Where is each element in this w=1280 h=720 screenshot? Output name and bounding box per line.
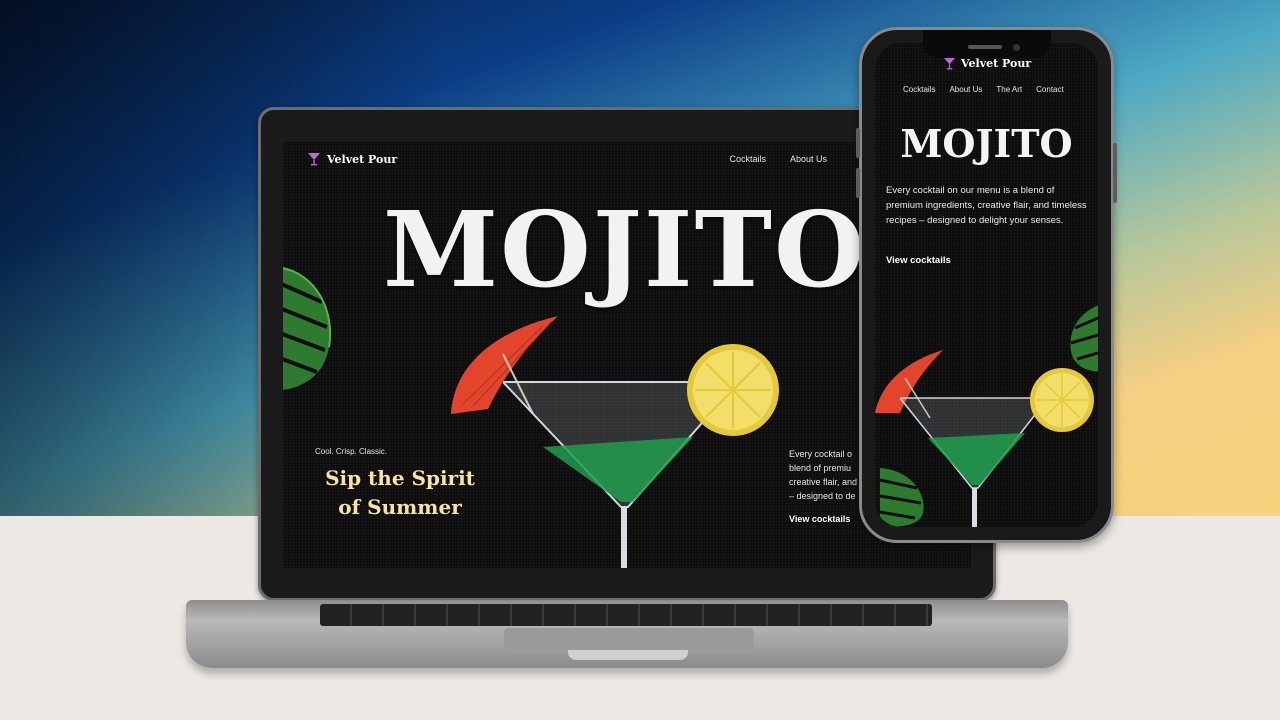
view-cocktails-link[interactable]: View cocktails	[789, 514, 850, 524]
phone-volume-button	[856, 128, 860, 158]
lemon-slice-icon	[1030, 368, 1094, 432]
laptop-trackpad	[504, 628, 754, 650]
nav-item-contact[interactable]: Contact	[1036, 85, 1064, 94]
brand-name: Velvet Pour	[961, 57, 1032, 70]
phone-speaker	[968, 45, 1002, 49]
martini-glass-icon	[900, 397, 1050, 527]
phone-screen: Velvet Pour Cocktails About Us The Art C…	[875, 43, 1098, 527]
view-cocktails-link[interactable]: View cocktails	[886, 255, 951, 266]
laptop-keyboard	[320, 604, 932, 626]
laptop-notch	[568, 650, 688, 660]
phone-side-button	[1113, 143, 1117, 203]
cocktail-glass-icon	[308, 153, 320, 166]
brand-logo[interactable]: Velvet Pour	[307, 152, 397, 166]
hero-title: MOJITO	[900, 121, 1073, 166]
nav-item-cocktails[interactable]: Cocktails	[729, 154, 766, 164]
nav-item-the-art[interactable]: The Art	[996, 85, 1022, 94]
nav-item-cocktails[interactable]: Cocktails	[903, 85, 935, 94]
hero-headline: Sip the Spirit of Summer	[325, 466, 475, 519]
monstera-leaf-icon	[1070, 305, 1098, 372]
nav-item-about-us[interactable]: About Us	[949, 85, 982, 94]
hero-description: Every cocktail on our menu is a blend of…	[886, 185, 1087, 226]
lemon-slice-icon	[687, 344, 779, 436]
brand-logo[interactable]: Velvet Pour	[943, 57, 1031, 70]
hero-tagline: Cool. Crisp. Classic.	[315, 447, 388, 456]
phone-nav: Cocktails About Us The Art Contact	[903, 85, 1064, 94]
phone-notch	[923, 30, 1051, 58]
cocktail-glass-icon	[943, 57, 956, 70]
phone-volume-button	[856, 168, 860, 198]
brand-name: Velvet Pour	[327, 152, 398, 166]
hero-title: MOJITO	[383, 188, 867, 311]
monstera-leaf-icon	[283, 267, 332, 390]
phone-camera	[1013, 44, 1020, 51]
nav-item-about-us[interactable]: About Us	[790, 154, 827, 164]
